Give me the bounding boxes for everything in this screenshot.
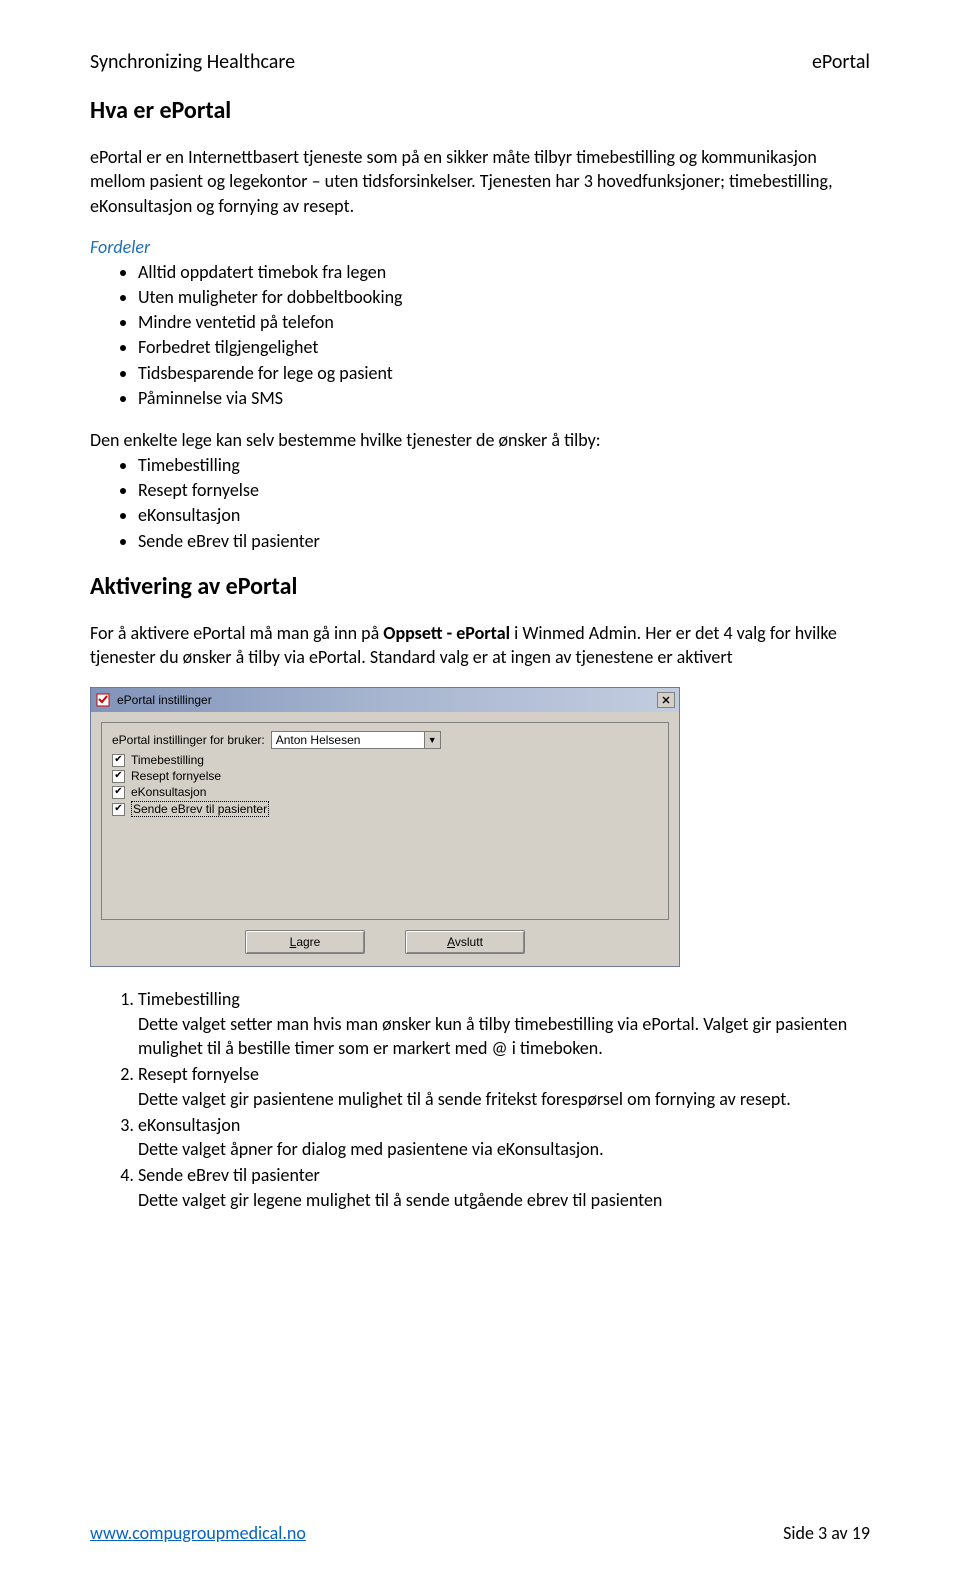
list-item: Timebestilling Dette valget setter man h… (138, 987, 870, 1060)
checkbox-ebrev[interactable]: ✔ (112, 803, 125, 816)
checkbox-timebestilling[interactable]: ✔ (112, 754, 125, 767)
checkbox-row: ✔ eKonsultasjon (112, 785, 658, 799)
checkbox-row: ✔ Sende eBrev til pasienter (112, 801, 658, 817)
header-right: ePortal (812, 50, 870, 74)
mnemonic: A (447, 935, 455, 949)
list-item: eKonsultasjon (138, 503, 870, 528)
item-body: Dette valget gir pasientene mulighet til… (138, 1087, 870, 1111)
para-bold: Oppsett - ePortal (383, 622, 510, 644)
checkbox-row: ✔ Resept fornyelse (112, 769, 658, 783)
page-footer: www.compugroupmedical.no Side 3 av 19 (90, 1522, 870, 1544)
list-item: Alltid oppdatert timebok fra legen (138, 260, 870, 285)
intro-paragraph: ePortal er en Internettbasert tjeneste s… (90, 145, 870, 218)
checkbox-label-focused: Sende eBrev til pasienter (131, 801, 269, 817)
dialog-title: ePortal instillinger (117, 693, 657, 707)
list-item: Sende eBrev til pasienter (138, 529, 870, 554)
cancel-button[interactable]: Avslutt (405, 930, 525, 954)
list-item: Påminnelse via SMS (138, 386, 870, 411)
list-item: Resept fornyelse Dette valget gir pasien… (138, 1062, 870, 1111)
section-title-activation: Aktivering av ePortal (90, 572, 870, 601)
activation-paragraph: For å aktivere ePortal må man gå inn på … (90, 621, 870, 670)
dialog-screenshot: ePortal instillinger ePortal instillinge… (90, 687, 870, 967)
dialog-fieldset: ePortal instillinger for bruker: Anton H… (101, 722, 669, 920)
list-item: Sende eBrev til pasienter Dette valget g… (138, 1163, 870, 1212)
user-row: ePortal instillinger for bruker: Anton H… (112, 731, 658, 749)
item-body: Dette valget setter man hvis man ønsker … (138, 1012, 870, 1061)
checkbox-resept[interactable]: ✔ (112, 770, 125, 783)
list-item: Resept fornyelse (138, 478, 870, 503)
item-body: Dette valget gir legene mulighet til å s… (138, 1188, 870, 1212)
checkbox-label: Resept fornyelse (131, 769, 221, 783)
checkbox-label: eKonsultasjon (131, 785, 206, 799)
page-number: Side 3 av 19 (783, 1522, 870, 1544)
benefits-list: Alltid oppdatert timebok fra legen Uten … (90, 260, 870, 411)
header-left: Synchronizing Healthcare (90, 50, 295, 74)
section-title-what-is: Hva er ePortal (90, 96, 870, 125)
checkbox-label: Timebestilling (131, 753, 204, 767)
footer-link[interactable]: www.compugroupmedical.no (90, 1522, 306, 1544)
list-item: Mindre ventetid på telefon (138, 310, 870, 335)
dialog-body: ePortal instillinger for bruker: Anton H… (91, 712, 679, 966)
user-label: ePortal instillinger for bruker: (112, 733, 265, 747)
close-icon (662, 696, 670, 704)
item-head: Timebestilling (138, 988, 240, 1010)
btn-text: agre (296, 935, 320, 949)
services-lead: Den enkelte lege kan selv bestemme hvilk… (90, 429, 870, 451)
para-pre: For å aktivere ePortal må man gå inn på (90, 622, 383, 644)
user-combobox-value: Anton Helsesen (272, 733, 424, 747)
user-combobox[interactable]: Anton Helsesen ▼ (271, 731, 441, 749)
numbered-list: Timebestilling Dette valget setter man h… (90, 987, 870, 1212)
item-head: Resept fornyelse (138, 1063, 259, 1085)
list-item: Forbedret tilgjengelighet (138, 335, 870, 360)
checkbox-row: ✔ Timebestilling (112, 753, 658, 767)
chevron-down-icon: ▼ (424, 732, 440, 748)
item-head: eKonsultasjon (138, 1114, 240, 1136)
save-button[interactable]: Lagre (245, 930, 365, 954)
eportal-settings-dialog: ePortal instillinger ePortal instillinge… (90, 687, 680, 967)
benefits-heading: Fordeler (90, 236, 870, 258)
dialog-buttons: Lagre Avslutt (101, 930, 669, 954)
close-button[interactable] (657, 692, 675, 708)
dialog-title-bar: ePortal instillinger (91, 688, 679, 712)
list-item: Tidsbesparende for lege og pasient (138, 361, 870, 386)
list-item: Uten muligheter for dobbeltbooking (138, 285, 870, 310)
list-item: Timebestilling (138, 453, 870, 478)
app-icon (95, 692, 111, 708)
item-body: Dette valget åpner for dialog med pasien… (138, 1137, 870, 1161)
services-list: Timebestilling Resept fornyelse eKonsult… (90, 453, 870, 554)
btn-text: vslutt (455, 935, 483, 949)
item-head: Sende eBrev til pasienter (138, 1164, 320, 1186)
list-item: eKonsultasjon Dette valget åpner for dia… (138, 1113, 870, 1162)
page-header: Synchronizing Healthcare ePortal (90, 50, 870, 74)
checkbox-ekonsultasjon[interactable]: ✔ (112, 786, 125, 799)
